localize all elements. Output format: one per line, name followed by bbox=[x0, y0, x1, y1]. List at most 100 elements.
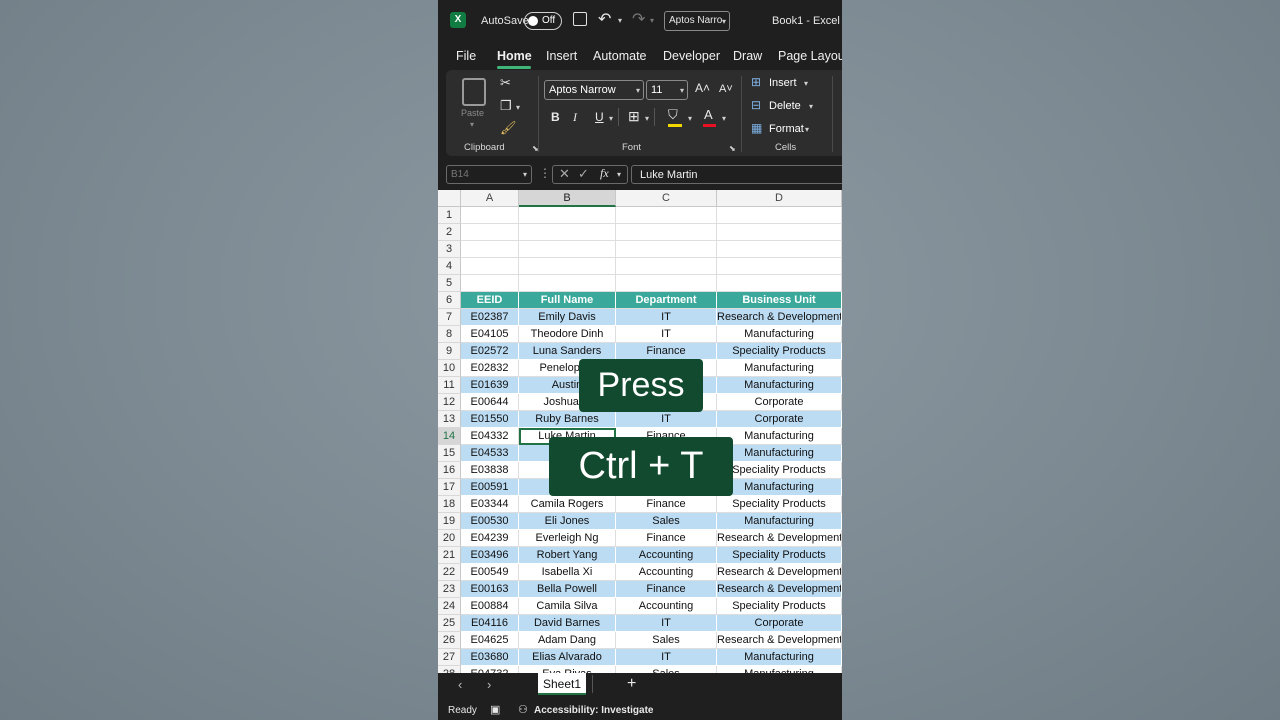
underline-dropdown-icon[interactable]: ▾ bbox=[609, 114, 613, 123]
table-cell[interactable]: IT bbox=[616, 411, 717, 428]
grid-cell[interactable] bbox=[717, 275, 842, 292]
tab-page-layout[interactable]: Page Layout bbox=[778, 49, 842, 63]
row-header[interactable]: 6 bbox=[438, 292, 461, 309]
table-cell[interactable]: Manufacturing bbox=[717, 649, 842, 666]
table-cell[interactable]: Manufacturing bbox=[717, 377, 842, 394]
bold-button[interactable]: B bbox=[551, 110, 560, 124]
tab-file[interactable]: File bbox=[456, 49, 476, 63]
table-header-cell[interactable]: Business Unit bbox=[717, 292, 842, 309]
table-cell[interactable]: Speciality Products bbox=[717, 547, 842, 564]
table-cell[interactable]: Emily Davis bbox=[519, 309, 616, 326]
fill-color-icon[interactable]: ⛉ bbox=[668, 107, 678, 123]
select-all-corner[interactable] bbox=[438, 190, 461, 207]
font-launcher-icon[interactable]: ⬊ bbox=[729, 144, 736, 153]
table-cell[interactable]: E01550 bbox=[461, 411, 519, 428]
table-cell[interactable]: Research & Development bbox=[717, 581, 842, 598]
paste-dropdown-icon[interactable]: ▾ bbox=[470, 120, 474, 129]
table-cell[interactable]: Luna Sanders bbox=[519, 343, 616, 360]
insert-cells-button[interactable]: Insert bbox=[769, 77, 797, 89]
table-cell[interactable]: Speciality Products bbox=[717, 343, 842, 360]
copy-icon[interactable]: ❐ bbox=[500, 98, 512, 114]
row-header[interactable]: 8 bbox=[438, 326, 461, 343]
table-cell[interactable]: Sales bbox=[616, 666, 717, 673]
row-header[interactable]: 11 bbox=[438, 377, 461, 394]
macro-record-icon[interactable]: ▣ bbox=[490, 703, 500, 716]
table-cell[interactable]: Eva Rivas bbox=[519, 666, 616, 673]
row-header[interactable]: 5 bbox=[438, 275, 461, 292]
table-cell[interactable]: E04625 bbox=[461, 632, 519, 649]
grid-cell[interactable] bbox=[461, 258, 519, 275]
paste-icon[interactable] bbox=[462, 78, 486, 106]
table-cell[interactable]: Adam Dang bbox=[519, 632, 616, 649]
grid-cell[interactable] bbox=[616, 224, 717, 241]
formula-input[interactable]: Luke Martin bbox=[631, 165, 842, 184]
grid-cell[interactable] bbox=[717, 224, 842, 241]
table-cell[interactable]: Corporate bbox=[717, 411, 842, 428]
grid-cell[interactable] bbox=[519, 275, 616, 292]
table-cell[interactable]: Accounting bbox=[616, 547, 717, 564]
table-cell[interactable]: E03838 bbox=[461, 462, 519, 479]
table-cell[interactable]: IT bbox=[616, 649, 717, 666]
table-cell[interactable]: Isabella Xi bbox=[519, 564, 616, 581]
grid-cell[interactable] bbox=[461, 275, 519, 292]
table-cell[interactable]: David Barnes bbox=[519, 615, 616, 632]
accessibility-status[interactable]: Accessibility: Investigate bbox=[534, 705, 654, 716]
row-header[interactable]: 19 bbox=[438, 513, 461, 530]
table-cell[interactable]: Theodore Dinh bbox=[519, 326, 616, 343]
table-cell[interactable]: Finance bbox=[616, 343, 717, 360]
previous-sheet-icon[interactable]: ‹ bbox=[458, 677, 462, 692]
row-header[interactable]: 2 bbox=[438, 224, 461, 241]
column-header-d[interactable]: D bbox=[717, 190, 842, 207]
insert-function-icon[interactable]: fx bbox=[600, 166, 609, 181]
grid-cell[interactable] bbox=[717, 207, 842, 224]
table-cell[interactable]: E03344 bbox=[461, 496, 519, 513]
cancel-icon[interactable]: ✕ bbox=[559, 166, 570, 182]
table-cell[interactable]: Corporate bbox=[717, 394, 842, 411]
row-header[interactable]: 25 bbox=[438, 615, 461, 632]
grid-cell[interactable] bbox=[717, 258, 842, 275]
row-header[interactable]: 17 bbox=[438, 479, 461, 496]
table-header-cell[interactable]: Department bbox=[616, 292, 717, 309]
insert-cells-icon[interactable]: ⊞ bbox=[751, 75, 761, 89]
row-header[interactable]: 13 bbox=[438, 411, 461, 428]
row-header[interactable]: 12 bbox=[438, 394, 461, 411]
table-cell[interactable]: Accounting bbox=[616, 564, 717, 581]
row-header[interactable]: 10 bbox=[438, 360, 461, 377]
more-options-icon[interactable]: ⋮ bbox=[539, 166, 551, 180]
table-cell[interactable]: E00644 bbox=[461, 394, 519, 411]
table-cell[interactable]: Manufacturing bbox=[717, 360, 842, 377]
copy-dropdown-icon[interactable]: ▾ bbox=[516, 103, 520, 112]
table-cell[interactable]: Everleigh Ng bbox=[519, 530, 616, 547]
row-header[interactable]: 3 bbox=[438, 241, 461, 258]
delete-dropdown-icon[interactable]: ▾ bbox=[809, 102, 813, 111]
table-cell[interactable]: E00591 bbox=[461, 479, 519, 496]
table-cell[interactable]: IT bbox=[616, 615, 717, 632]
row-header[interactable]: 26 bbox=[438, 632, 461, 649]
table-cell[interactable]: E02572 bbox=[461, 343, 519, 360]
undo-icon[interactable]: ↶ bbox=[598, 9, 611, 29]
table-cell[interactable]: Sales bbox=[616, 632, 717, 649]
grid-cell[interactable] bbox=[461, 207, 519, 224]
table-cell[interactable]: Camila Silva bbox=[519, 598, 616, 615]
grid-cell[interactable] bbox=[616, 207, 717, 224]
table-cell[interactable]: E00530 bbox=[461, 513, 519, 530]
row-header[interactable]: 24 bbox=[438, 598, 461, 615]
table-cell[interactable]: Speciality Products bbox=[717, 462, 842, 479]
table-cell[interactable]: Ruby Barnes bbox=[519, 411, 616, 428]
tab-developer[interactable]: Developer bbox=[663, 49, 720, 63]
column-header-b[interactable]: B bbox=[519, 190, 616, 207]
name-box[interactable]: B14 ▾ bbox=[446, 165, 532, 184]
table-cell[interactable]: E04105 bbox=[461, 326, 519, 343]
table-cell[interactable]: E04533 bbox=[461, 445, 519, 462]
table-cell[interactable]: Finance bbox=[616, 496, 717, 513]
sheet-tab-sheet1[interactable]: Sheet1 bbox=[538, 673, 586, 695]
table-cell[interactable]: Finance bbox=[616, 581, 717, 598]
borders-icon[interactable]: ⊞ bbox=[628, 108, 640, 125]
table-cell[interactable]: Finance bbox=[616, 530, 717, 547]
table-cell[interactable]: E04116 bbox=[461, 615, 519, 632]
table-cell[interactable]: E00163 bbox=[461, 581, 519, 598]
row-header[interactable]: 1 bbox=[438, 207, 461, 224]
table-cell[interactable]: Sales bbox=[616, 513, 717, 530]
grid-cell[interactable] bbox=[519, 207, 616, 224]
row-header[interactable]: 4 bbox=[438, 258, 461, 275]
